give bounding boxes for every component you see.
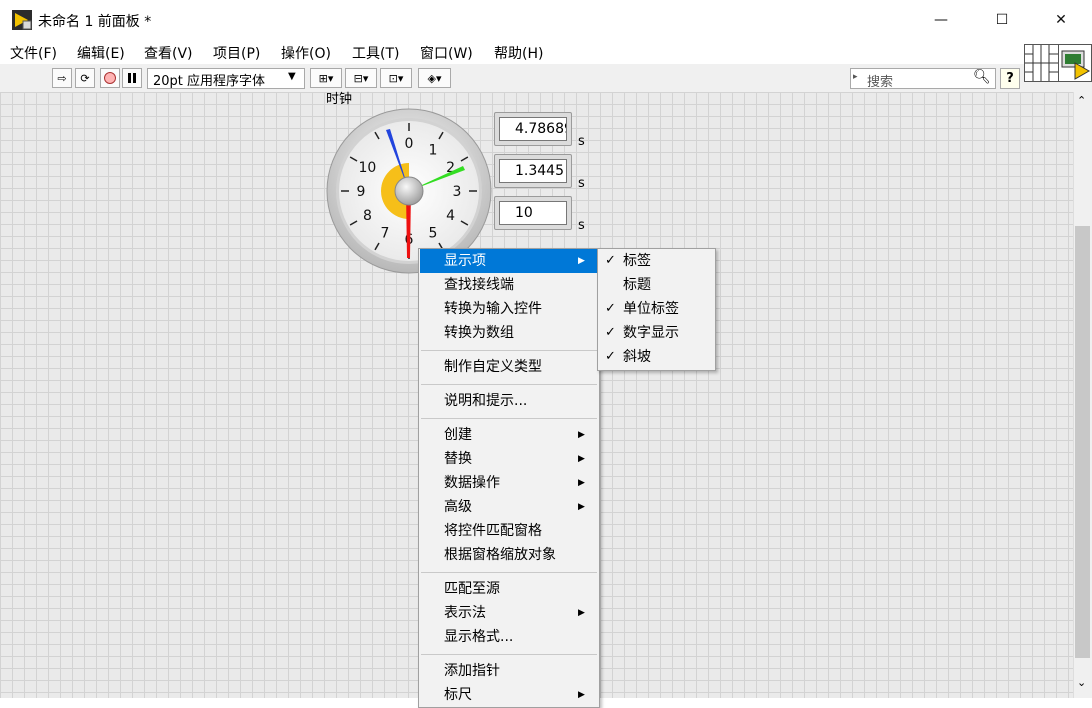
numeric-value-2[interactable]: 1.3445 — [499, 159, 567, 183]
submenu-item-unit-label[interactable]: ✓ 单位标签 — [599, 297, 714, 321]
dial-tick-label: 8 — [363, 208, 372, 224]
search-expand-icon: ▸ — [853, 72, 858, 82]
labview-app-icon — [12, 10, 32, 30]
menu-operate[interactable]: 操作(O) — [281, 43, 331, 63]
menu-item-scale-object-with-pane[interactable]: 根据窗格缩放对象 — [420, 543, 598, 567]
dial-tick-label: 4 — [446, 208, 455, 224]
menu-tools[interactable]: 工具(T) — [352, 43, 399, 63]
dial-tick-label: 10 — [359, 160, 377, 176]
submenu-arrow-icon: ▶ — [578, 502, 585, 512]
submenu-arrow-icon: ▶ — [578, 256, 585, 266]
scroll-up-icon[interactable]: ⌃ — [1077, 94, 1086, 107]
menu-item-match-to-source[interactable]: 匹配至源 — [420, 577, 598, 601]
dial-tick-label: 1 — [429, 142, 438, 158]
menu-item-find-terminal[interactable]: 查找接线端 — [420, 273, 598, 297]
submenu-arrow-icon: ▶ — [578, 454, 585, 464]
dial-tick-label: 5 — [429, 226, 438, 242]
menu-item-replace[interactable]: 替换 ▶ — [420, 447, 598, 471]
dial-tick-label: 9 — [357, 184, 366, 200]
toolbar: ⇨ ⟳ 20pt 应用程序字体 ▼ ⊞▾ ⊟▾ ⊡▾ ◈▾ ▸ 搜索 🔍︎ ? — [0, 64, 1092, 93]
search-icon[interactable]: 🔍︎ — [973, 69, 991, 85]
menu-item-add-needle[interactable]: 添加指针 — [420, 659, 598, 683]
menu-item-fit-control-to-pane[interactable]: 将控件匹配窗格 — [420, 519, 598, 543]
menu-help[interactable]: 帮助(H) — [494, 43, 543, 63]
menu-item-display-format[interactable]: 显示格式... — [420, 625, 598, 649]
submenu-item-caption[interactable]: 标题 — [599, 273, 714, 297]
distribute-objects-icon[interactable]: ⊟▾ — [345, 68, 377, 88]
close-button[interactable]: ✕ — [1038, 0, 1084, 40]
menu-separator — [421, 418, 597, 419]
submenu-arrow-icon: ▶ — [578, 690, 585, 700]
pause-icon[interactable] — [122, 68, 142, 88]
title-bar: 未命名 1 前面板 * — ☐ ✕ — [0, 0, 1092, 40]
menu-separator — [421, 654, 597, 655]
dial-tick-label: 0 — [405, 136, 414, 152]
resize-objects-icon[interactable]: ⊡▾ — [380, 68, 412, 88]
abort-icon[interactable] — [100, 68, 120, 88]
font-select-value: 20pt 应用程序字体 — [153, 74, 266, 89]
submenu-item-digital-display[interactable]: ✓ 数字显示 — [599, 321, 714, 345]
align-objects-icon[interactable]: ⊞▾ — [310, 68, 342, 88]
menu-project[interactable]: 项目(P) — [213, 43, 260, 63]
check-icon: ✓ — [605, 349, 616, 364]
run-arrow-icon[interactable]: ⇨ — [52, 68, 72, 88]
unit-label-3: s — [578, 218, 585, 233]
menu-view[interactable]: 查看(V) — [144, 43, 193, 63]
scroll-down-icon[interactable]: ⌄ — [1077, 676, 1086, 689]
submenu-arrow-icon: ▶ — [578, 430, 585, 440]
submenu-item-ramp[interactable]: ✓ 斜坡 — [599, 345, 714, 369]
menu-item-change-to-control[interactable]: 转换为输入控件 — [420, 297, 598, 321]
search-input[interactable]: 搜索 — [867, 71, 893, 90]
submenu-arrow-icon: ▶ — [578, 478, 585, 488]
context-menu: 显示项 ▶ 查找接线端 转换为输入控件 转换为数组 制作自定义类型 说明和提示..… — [418, 248, 600, 708]
check-icon: ✓ — [605, 253, 616, 268]
vi-icon[interactable] — [1058, 44, 1092, 82]
menu-item-display-items[interactable]: 显示项 ▶ — [420, 249, 598, 273]
menu-bar: 文件(F) 编辑(E) 查看(V) 项目(P) 操作(O) 工具(T) 窗口(W… — [0, 40, 1092, 64]
unit-label-2: s — [578, 176, 585, 191]
window-title: 未命名 1 前面板 * — [38, 14, 152, 30]
menu-item-description[interactable]: 说明和提示... — [420, 389, 598, 413]
font-select[interactable]: 20pt 应用程序字体 ▼ — [147, 68, 305, 89]
maximize-button[interactable]: ☐ — [979, 0, 1025, 40]
menu-separator — [421, 572, 597, 573]
numeric-display-3[interactable]: ▯ 10 — [494, 196, 572, 230]
run-continuously-icon[interactable]: ⟳ — [75, 68, 95, 88]
numeric-value-3[interactable]: 10 — [499, 201, 567, 225]
context-help-button[interactable]: ? — [1000, 68, 1020, 89]
search-field[interactable]: ▸ 搜索 🔍︎ — [850, 68, 996, 90]
menu-window[interactable]: 窗口(W) — [420, 43, 473, 63]
menu-item-create[interactable]: 创建 ▶ — [420, 423, 598, 447]
check-icon: ✓ — [605, 301, 616, 316]
menu-item-advanced[interactable]: 高级 ▶ — [420, 495, 598, 519]
scrollbar-thumb[interactable] — [1075, 226, 1090, 658]
menu-item-make-typedef[interactable]: 制作自定义类型 — [420, 355, 598, 379]
menu-item-representation[interactable]: 表示法 ▶ — [420, 601, 598, 625]
menu-item-data-operations[interactable]: 数据操作 ▶ — [420, 471, 598, 495]
submenu-item-label[interactable]: ✓ 标签 — [599, 249, 714, 273]
menu-file[interactable]: 文件(F) — [10, 43, 57, 63]
minimize-button[interactable]: — — [918, 0, 964, 40]
menu-item-scale[interactable]: 标尺 ▶ — [420, 683, 598, 707]
reorder-icon[interactable]: ◈▾ — [418, 68, 451, 88]
unit-label-1: s — [578, 134, 585, 149]
submenu-arrow-icon: ▶ — [578, 608, 585, 618]
numeric-value-1[interactable]: 4.78689 — [499, 117, 567, 141]
menu-separator — [421, 350, 597, 351]
menu-edit[interactable]: 编辑(E) — [77, 43, 125, 63]
check-icon: ✓ — [605, 325, 616, 340]
menu-separator — [421, 384, 597, 385]
connector-pane-icon[interactable] — [1024, 44, 1059, 82]
menu-item-change-to-array[interactable]: 转换为数组 — [420, 321, 598, 345]
display-items-submenu: ✓ 标签 标题 ✓ 单位标签 ✓ 数字显示 ✓ 斜坡 — [597, 248, 716, 371]
chevron-down-icon: ▼ — [288, 71, 296, 82]
clock-label: 时钟 — [326, 92, 353, 107]
numeric-display-2[interactable]: ▯ 1.3445 — [494, 154, 572, 188]
numeric-display-1[interactable]: ▯ 4.78689 — [494, 112, 572, 146]
dial-tick-label: 3 — [453, 184, 462, 200]
dial-tick-label: 7 — [381, 226, 390, 242]
